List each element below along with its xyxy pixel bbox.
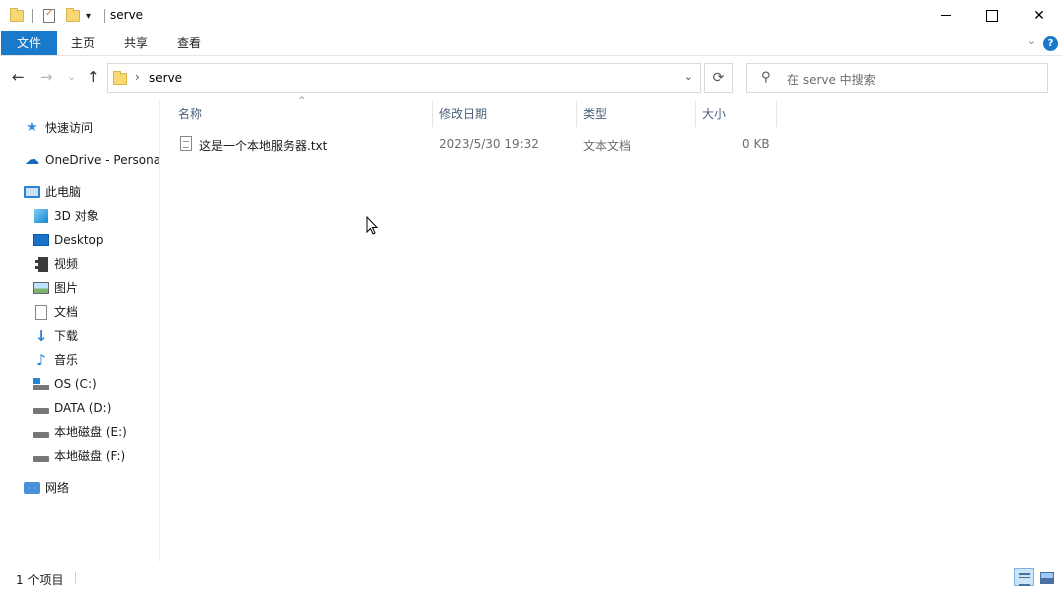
sidebar-item-data-d[interactable]: DATA (D:) bbox=[33, 397, 111, 419]
tab-share[interactable]: 共享 bbox=[117, 31, 155, 55]
sidebar-item-pictures[interactable]: 图片 bbox=[33, 277, 78, 299]
breadcrumb-serve[interactable]: serve bbox=[149, 71, 182, 85]
search-icon: ⚲ bbox=[761, 70, 771, 85]
column-header-type[interactable]: 类型 bbox=[577, 101, 695, 127]
sidebar-item-os-c[interactable]: OS (C:) bbox=[33, 373, 97, 395]
computer-icon bbox=[24, 184, 40, 200]
sidebar-item-label: OneDrive - Persona bbox=[45, 153, 160, 167]
search-box[interactable]: ⚲ 在 serve 中搜索 bbox=[746, 63, 1048, 93]
download-icon: ↓ bbox=[34, 327, 48, 345]
tab-home[interactable]: 主页 bbox=[64, 31, 102, 55]
column-header-modified[interactable]: 修改日期 bbox=[433, 101, 576, 127]
sidebar-item-desktop[interactable]: Desktop bbox=[33, 229, 104, 251]
breadcrumb-separator[interactable]: › bbox=[135, 70, 140, 84]
sidebar-item-local-disk-f[interactable]: 本地磁盘 (F:) bbox=[33, 445, 125, 467]
item-count: 1 个项目 bbox=[16, 573, 64, 587]
title-separator bbox=[32, 9, 33, 23]
sidebar-item-quick-access[interactable]: ★ 快速访问 bbox=[24, 117, 93, 139]
documents-icon bbox=[33, 304, 49, 320]
navigation-pane: ★ 快速访问 ☁ OneDrive - Persona 此电脑 3D 对象 De… bbox=[0, 100, 160, 562]
sidebar-item-network[interactable]: 网络 bbox=[24, 477, 69, 499]
star-icon: ★ bbox=[26, 120, 38, 135]
folder-icon bbox=[10, 7, 24, 25]
recent-locations-button[interactable]: ⌄ bbox=[67, 70, 76, 83]
help-icon[interactable]: ? bbox=[1043, 36, 1058, 51]
file-name: 这是一个本地服务器.txt bbox=[199, 139, 328, 153]
maximize-button[interactable] bbox=[969, 0, 1015, 31]
address-folder-icon bbox=[113, 71, 127, 85]
title-bar: ▾ serve ✕ bbox=[0, 0, 1062, 31]
file-type: 文本文档 bbox=[583, 139, 632, 153]
sidebar-item-onedrive[interactable]: ☁ OneDrive - Persona bbox=[24, 149, 160, 171]
sidebar-item-videos[interactable]: 视频 bbox=[33, 253, 78, 275]
refresh-button[interactable]: ⟳ bbox=[704, 63, 733, 93]
cube-icon bbox=[33, 208, 49, 224]
sidebar-item-music[interactable]: ♪ 音乐 bbox=[33, 349, 78, 371]
status-bar: 1 个项目 bbox=[0, 562, 1062, 591]
sidebar-item-this-pc[interactable]: 此电脑 bbox=[24, 181, 81, 203]
network-icon bbox=[24, 480, 40, 496]
desktop-icon bbox=[33, 232, 49, 248]
back-button[interactable]: ← bbox=[12, 68, 25, 86]
properties-icon[interactable] bbox=[43, 7, 55, 25]
os-drive-icon bbox=[33, 376, 49, 392]
sidebar-item-label: DATA (D:) bbox=[54, 401, 112, 415]
sidebar-item-label: 视频 bbox=[54, 257, 79, 271]
sidebar-item-label: 本地磁盘 (E:) bbox=[54, 425, 127, 439]
text-file-icon bbox=[180, 136, 192, 151]
sidebar-item-label: Desktop bbox=[54, 233, 104, 247]
sidebar-item-downloads[interactable]: ↓ 下载 bbox=[33, 325, 78, 347]
sidebar-item-label: 下载 bbox=[54, 329, 79, 343]
sidebar-item-label: 3D 对象 bbox=[54, 209, 99, 223]
close-button[interactable]: ✕ bbox=[1016, 0, 1062, 31]
drive-icon bbox=[33, 400, 49, 416]
file-modified: 2023/5/30 19:32 bbox=[439, 137, 539, 151]
sidebar-item-3d-objects[interactable]: 3D 对象 bbox=[33, 205, 99, 227]
ribbon-expand-icon[interactable]: ⌄ bbox=[1027, 34, 1036, 47]
column-divider[interactable] bbox=[776, 101, 777, 127]
large-icons-view-button[interactable] bbox=[1036, 568, 1056, 586]
sidebar-item-label: 音乐 bbox=[54, 353, 79, 367]
tab-file[interactable]: 文件 bbox=[1, 31, 57, 55]
window-title: serve bbox=[110, 8, 144, 22]
drive-icon bbox=[33, 424, 49, 440]
sidebar-item-documents[interactable]: 文档 bbox=[33, 301, 78, 323]
column-header-size[interactable]: 大小 bbox=[696, 101, 776, 127]
up-button[interactable]: ↑ bbox=[87, 68, 100, 86]
title-separator-2 bbox=[104, 9, 105, 23]
address-bar[interactable]: › serve ⌄ bbox=[107, 63, 701, 93]
sidebar-item-label: 文档 bbox=[54, 305, 79, 319]
sidebar-item-label: OS (C:) bbox=[54, 377, 97, 391]
sidebar-item-local-disk-e[interactable]: 本地磁盘 (E:) bbox=[33, 421, 127, 443]
sidebar-item-label: 快速访问 bbox=[45, 121, 94, 135]
drive-icon bbox=[33, 448, 49, 464]
column-header-name[interactable]: 名称 bbox=[172, 101, 432, 127]
pictures-icon bbox=[33, 280, 49, 296]
cloud-icon: ☁ bbox=[25, 152, 39, 168]
new-folder-icon[interactable] bbox=[66, 7, 80, 25]
address-dropdown-icon[interactable]: ⌄ bbox=[684, 70, 693, 83]
ribbon-tabs: 文件 主页 共享 查看 ⌄ ? bbox=[0, 31, 1062, 56]
video-icon bbox=[33, 256, 49, 272]
customize-toolbar-icon[interactable]: ▾ bbox=[86, 7, 91, 25]
minimize-button[interactable] bbox=[923, 0, 969, 31]
sidebar-item-label: 此电脑 bbox=[45, 185, 82, 199]
file-size: 0 KB bbox=[742, 137, 770, 151]
sidebar-item-label: 网络 bbox=[45, 481, 70, 495]
sidebar-item-label: 本地磁盘 (F:) bbox=[54, 449, 126, 463]
tab-view[interactable]: 查看 bbox=[170, 31, 208, 55]
details-view-button[interactable] bbox=[1014, 568, 1034, 586]
sidebar-item-label: 图片 bbox=[54, 281, 79, 295]
forward-button[interactable]: → bbox=[40, 68, 53, 86]
status-separator bbox=[75, 572, 76, 584]
file-row[interactable]: 这是一个本地服务器.txt 2023/5/30 19:32 文本文档 0 KB bbox=[172, 132, 776, 156]
music-icon: ♪ bbox=[36, 351, 46, 369]
search-input[interactable]: 在 serve 中搜索 bbox=[787, 71, 876, 88]
